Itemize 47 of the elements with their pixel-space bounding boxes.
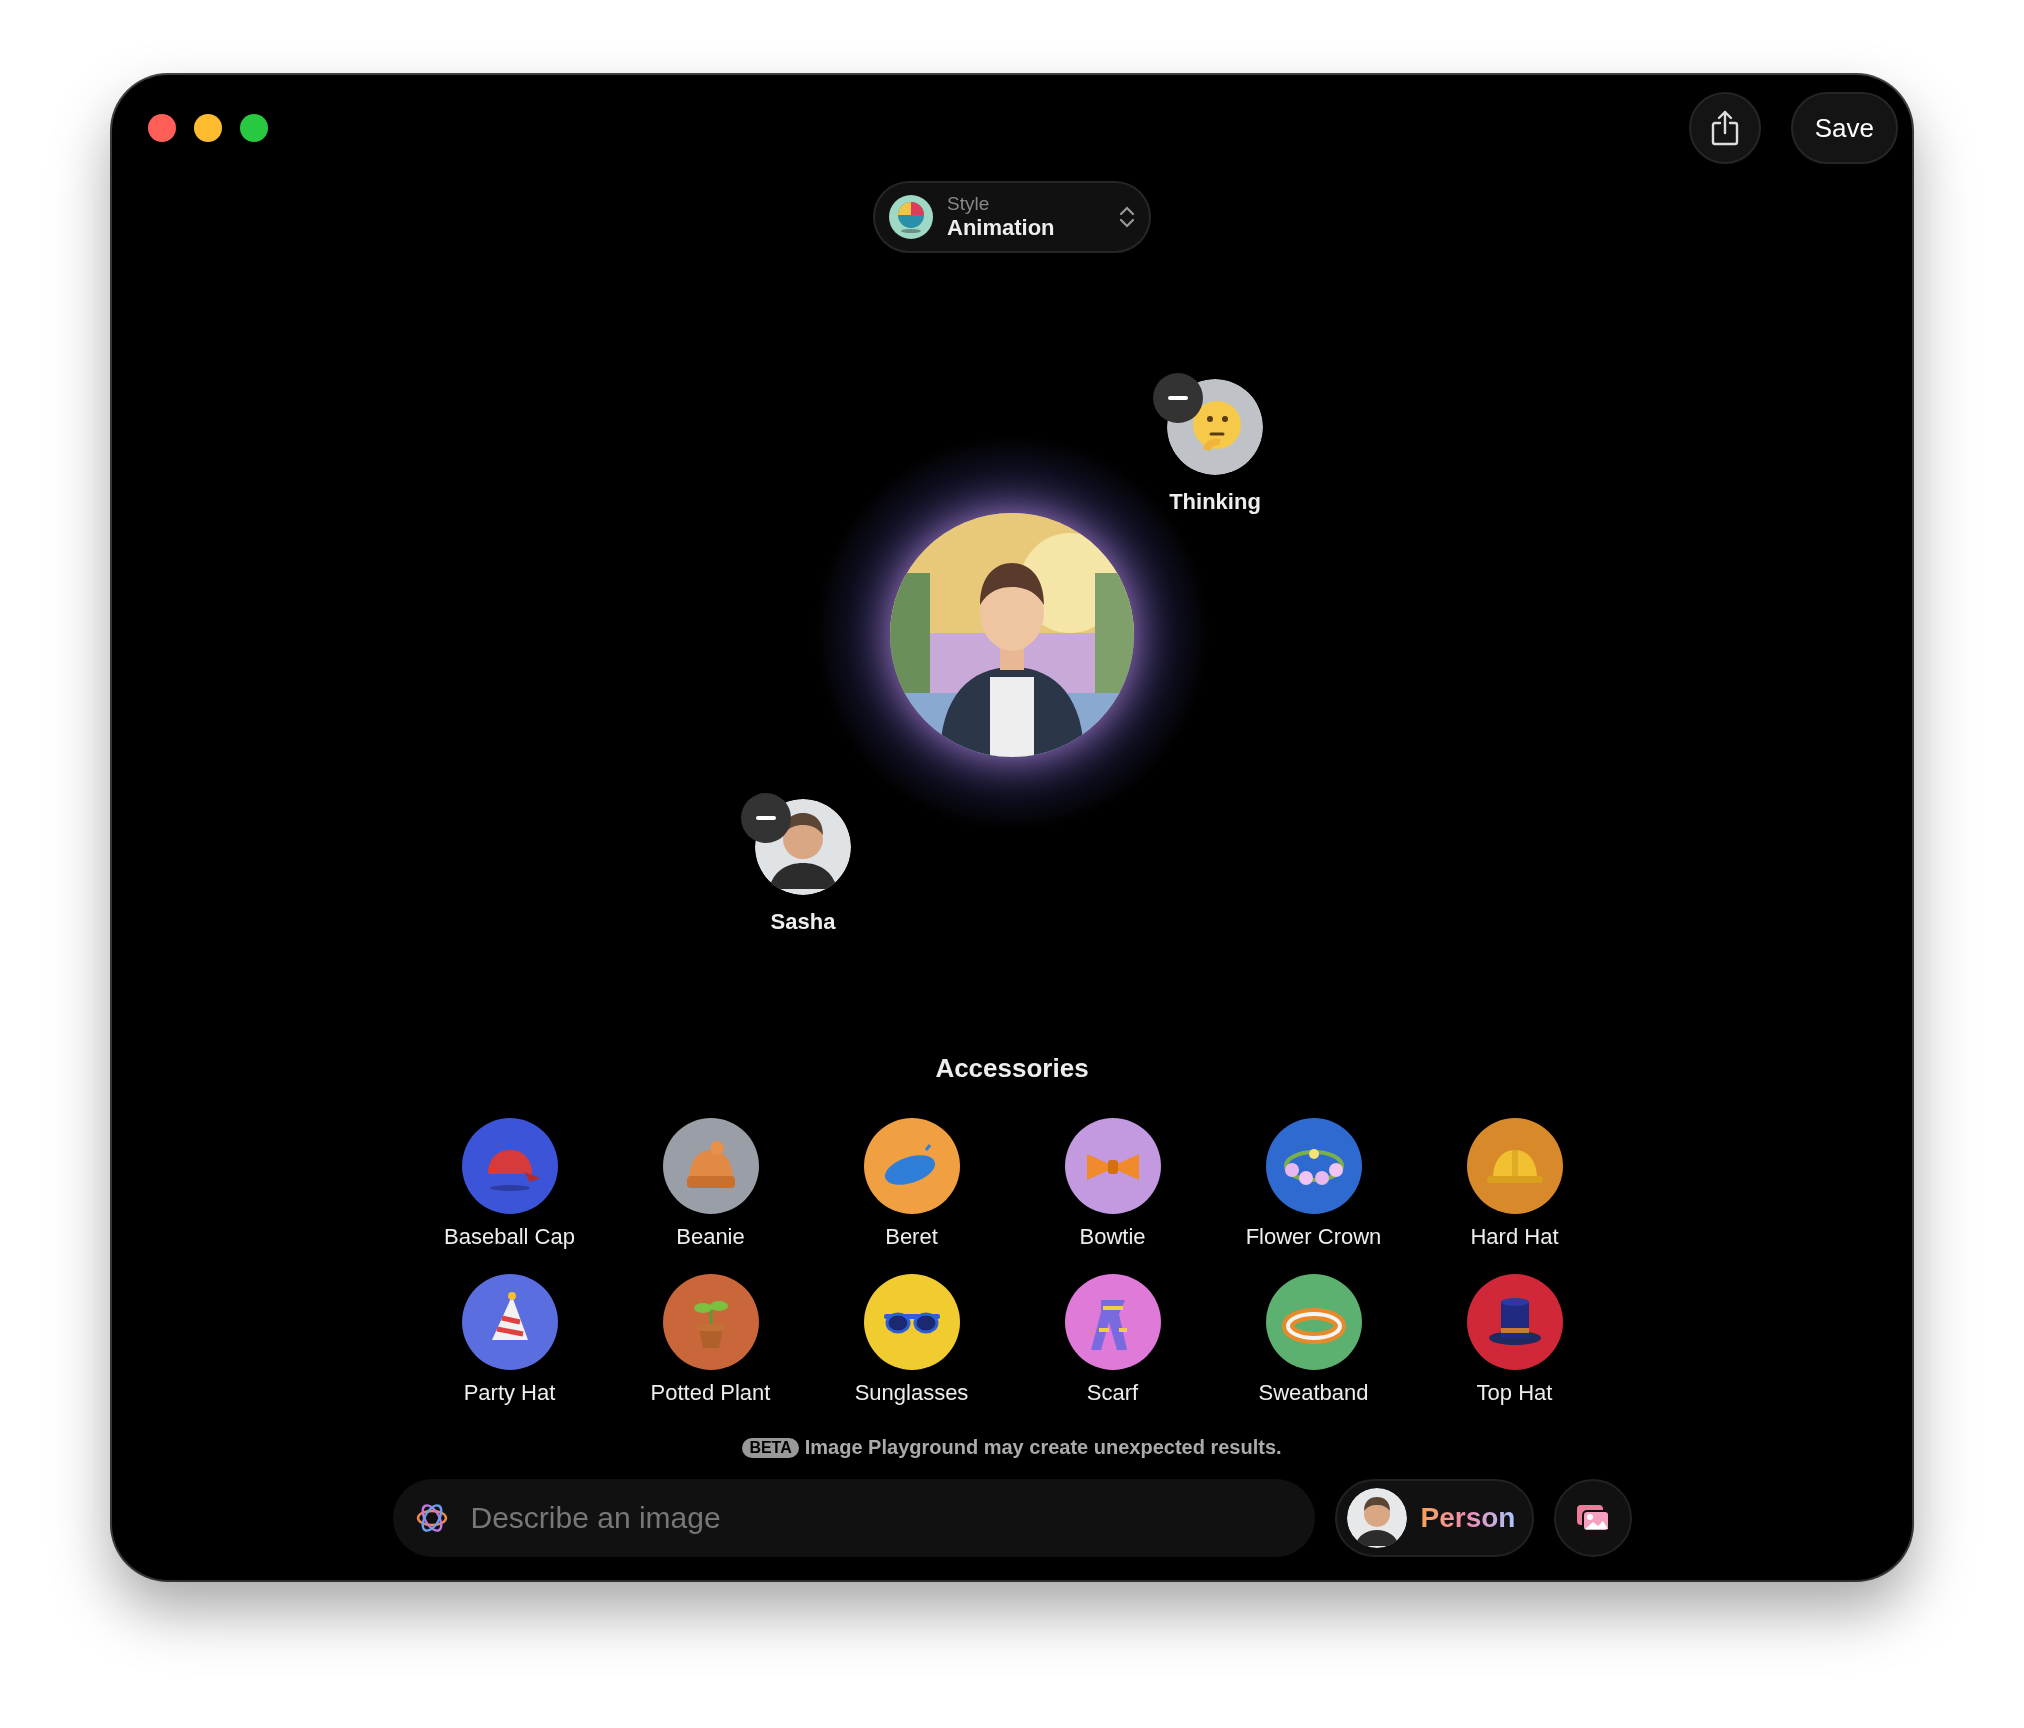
zoom-button[interactable] (240, 114, 268, 142)
beanie-icon (662, 1118, 759, 1214)
minus-icon (756, 816, 776, 820)
accessory-button[interactable]: Party Hat (409, 1274, 610, 1406)
beach-ball-icon (889, 195, 933, 239)
person-button[interactable]: Person (1334, 1479, 1534, 1557)
accessory-button[interactable]: Sweatband (1213, 1274, 1414, 1406)
share-icon (1709, 109, 1740, 147)
save-button[interactable]: Save (1790, 92, 1898, 164)
accessory-button[interactable]: Beret (811, 1118, 1012, 1250)
beret-icon (863, 1118, 960, 1214)
minimize-button[interactable] (194, 114, 222, 142)
style-label: Style (947, 193, 991, 215)
prompt-field[interactable]: Describe an image (392, 1479, 1315, 1557)
plant-icon (662, 1274, 759, 1370)
beta-badge: BETA (742, 1437, 799, 1458)
accessory-button[interactable]: Potted Plant (610, 1274, 811, 1406)
person-avatar-icon (1346, 1488, 1407, 1548)
close-button[interactable] (148, 114, 176, 142)
party-hat-icon (461, 1274, 558, 1370)
accessory-button[interactable]: Hard Hat (1414, 1118, 1615, 1250)
photos-icon (1574, 1503, 1611, 1533)
chevron-up-down-icon (1119, 205, 1135, 229)
accessory-button[interactable]: Scarf (1012, 1274, 1213, 1406)
top-hat-icon (1466, 1274, 1563, 1370)
style-value: Animation (947, 215, 1056, 241)
section-title: Accessories (935, 1053, 1089, 1084)
style-picker[interactable]: Style Animation (873, 181, 1151, 253)
accessory-button[interactable]: Flower Crown (1213, 1118, 1414, 1250)
flower-crown-icon (1265, 1118, 1362, 1214)
minus-icon (1168, 396, 1188, 400)
sweatband-icon (1265, 1274, 1362, 1370)
accessory-button[interactable]: Beanie (610, 1118, 811, 1250)
accessory-button[interactable]: Top Hat (1414, 1274, 1615, 1406)
disclaimer-text: Image Playground may create unexpected results. (804, 1436, 1282, 1459)
accessory-button[interactable]: Bowtie (1012, 1118, 1213, 1250)
bowtie-icon (1064, 1118, 1161, 1214)
remove-button[interactable] (741, 793, 791, 843)
sunglasses-icon (863, 1274, 960, 1370)
concept-label: Thinking (1169, 489, 1261, 515)
accessory-button[interactable]: Sunglasses (811, 1274, 1012, 1406)
cap-icon (461, 1118, 558, 1214)
remove-button[interactable] (1153, 373, 1203, 423)
scarf-icon (1064, 1274, 1161, 1370)
accessory-button[interactable]: Baseball Cap (409, 1118, 610, 1250)
concept-label: Sasha (770, 909, 836, 935)
hard-hat-icon (1466, 1118, 1563, 1214)
